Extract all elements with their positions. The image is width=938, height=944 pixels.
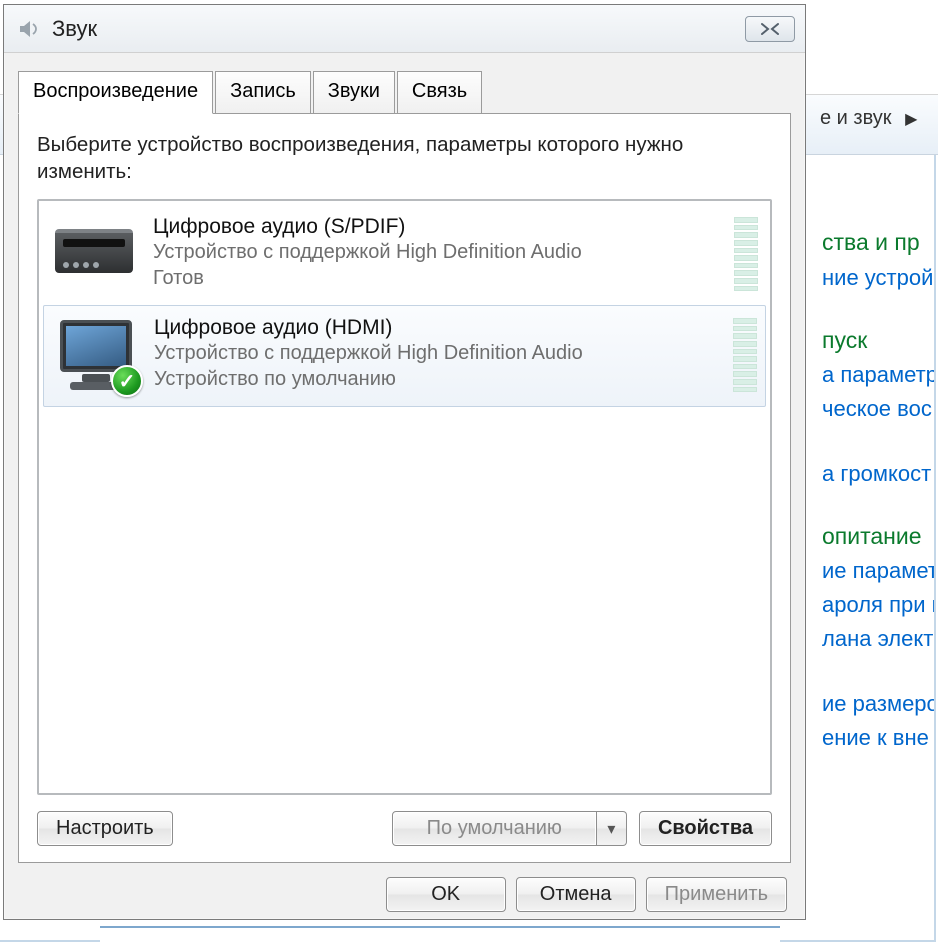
device-desc: Устройство с поддержкой High Definition … bbox=[154, 340, 725, 366]
address-text: е и звук bbox=[820, 107, 892, 129]
configure-button[interactable]: Настроить bbox=[37, 811, 173, 846]
tab-sounds[interactable]: Звуки bbox=[313, 71, 395, 113]
close-button[interactable] bbox=[745, 16, 795, 42]
set-default-split-button[interactable]: По умолчанию ▾ bbox=[392, 811, 627, 846]
dropdown-arrow-icon[interactable]: ▾ bbox=[597, 811, 627, 846]
properties-button[interactable]: Свойства bbox=[639, 811, 772, 846]
tab-recording[interactable]: Запись bbox=[215, 71, 311, 113]
set-default-button[interactable]: По умолчанию bbox=[392, 811, 597, 846]
stray-window-edge bbox=[100, 926, 780, 944]
tab-comm[interactable]: Связь bbox=[397, 71, 482, 113]
cp-link[interactable]: ческое вос bbox=[822, 392, 934, 426]
default-check-icon: ✓ bbox=[111, 365, 143, 397]
cancel-button[interactable]: Отмена bbox=[516, 877, 636, 912]
level-meter-icon bbox=[734, 215, 758, 293]
device-status: Готов bbox=[153, 265, 726, 291]
instruction-text: Выберите устройство воспроизведения, пар… bbox=[37, 132, 772, 185]
cp-link[interactable]: ение к вне bbox=[822, 721, 934, 755]
cp-link[interactable]: ие размеро bbox=[822, 687, 934, 721]
cp-link[interactable]: ие параметр bbox=[822, 554, 934, 588]
ok-button[interactable]: OK bbox=[386, 877, 506, 912]
device-item-hdmi[interactable]: ✓ Цифровое аудио (HDMI) Устройство с под… bbox=[43, 305, 766, 407]
sound-dialog: Звук Воспроизведение Запись Звуки Связь … bbox=[3, 4, 806, 920]
device-list[interactable]: Цифровое аудио (S/PDIF) Устройство с под… bbox=[37, 199, 772, 795]
breadcrumb-arrow-icon: ▶ bbox=[897, 111, 917, 128]
apply-button[interactable]: Применить bbox=[646, 877, 787, 912]
hdmi-monitor-icon: ✓ bbox=[52, 316, 140, 394]
spdif-device-icon bbox=[51, 215, 139, 293]
cp-heading: ства и пр bbox=[822, 225, 934, 261]
tab-strip: Воспроизведение Запись Звуки Связь bbox=[18, 71, 791, 113]
cp-link[interactable]: а громкост bbox=[822, 457, 934, 491]
cp-link[interactable]: лана электр bbox=[822, 622, 934, 656]
dialog-footer: OK Отмена Применить bbox=[4, 863, 805, 912]
tab-playback[interactable]: Воспроизведение bbox=[18, 71, 213, 114]
dialog-title: Звук bbox=[52, 16, 745, 42]
cp-link[interactable]: ароля при в bbox=[822, 588, 934, 622]
device-title: Цифровое аудио (HDMI) bbox=[154, 316, 725, 340]
cp-heading: пуск bbox=[822, 323, 934, 359]
cp-heading: опитание bbox=[822, 519, 934, 555]
cp-link[interactable]: ние устройс bbox=[822, 261, 934, 295]
level-meter-icon bbox=[733, 316, 757, 394]
device-status: Устройство по умолчанию bbox=[154, 366, 725, 392]
device-title: Цифровое аудио (S/PDIF) bbox=[153, 215, 726, 239]
titlebar[interactable]: Звук bbox=[4, 5, 805, 53]
sound-icon bbox=[14, 15, 42, 43]
cp-link[interactable]: а параметр bbox=[822, 358, 934, 392]
tab-body: Выберите устройство воспроизведения, пар… bbox=[18, 113, 791, 863]
device-item-spdif[interactable]: Цифровое аудио (S/PDIF) Устройство с под… bbox=[43, 205, 766, 305]
device-desc: Устройство с поддержкой High Definition … bbox=[153, 239, 726, 265]
